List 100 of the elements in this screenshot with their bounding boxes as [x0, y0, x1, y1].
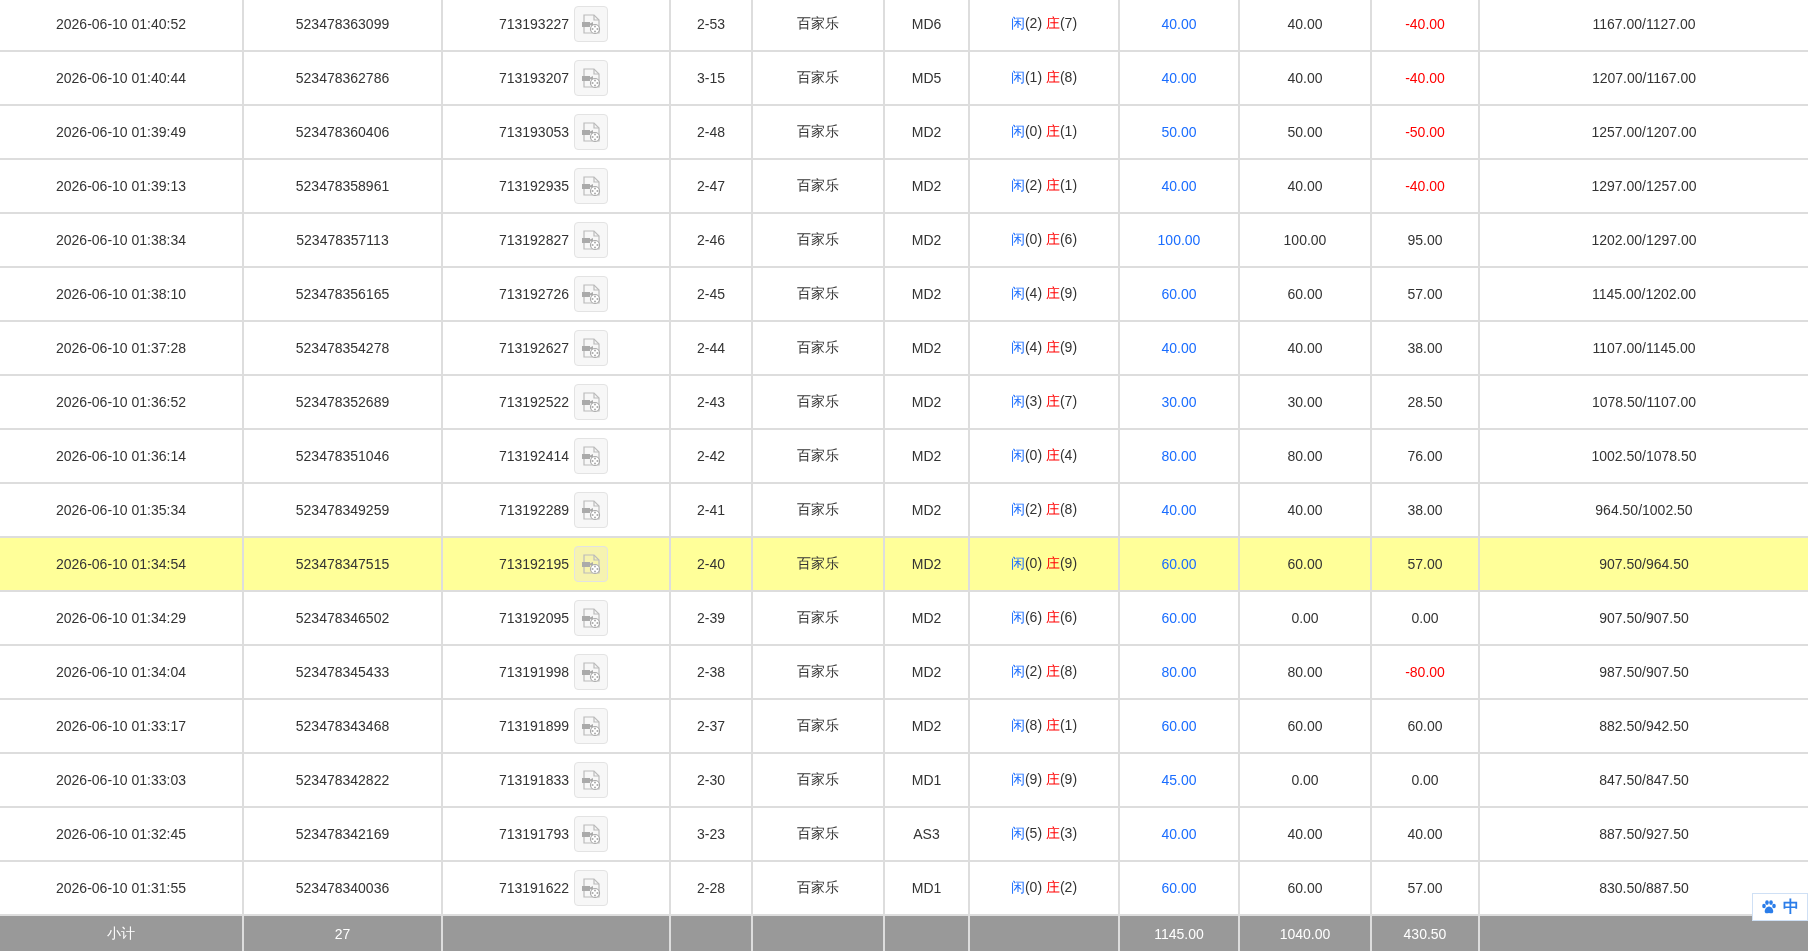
- table-cell: 80.00: [1239, 645, 1371, 699]
- table-cell: 60.00: [1239, 267, 1371, 321]
- table-cell: -40.00: [1371, 0, 1479, 51]
- table-cell: MD2: [884, 213, 969, 267]
- table-cell: 45.00: [1119, 753, 1239, 807]
- ime-badge[interactable]: 中: [1752, 893, 1808, 921]
- table-cell: 百家乐: [752, 753, 884, 807]
- table-cell: 40.00: [1239, 0, 1371, 51]
- table-cell: 闲(3) 庄(7): [969, 375, 1119, 429]
- table-cell: 2-43: [670, 375, 752, 429]
- table-cell: 2-37: [670, 699, 752, 753]
- table-cell: 40.00: [1119, 807, 1239, 861]
- table-row[interactable]: 2026-06-10 01:32:45 523478342169 713191793 3-23 百家乐 AS3 闲(5) 庄(3) 40.00 40.00 40.00 887.50/927.50: [0, 807, 1808, 861]
- table-cell: 2-47: [670, 159, 752, 213]
- table-row[interactable]: 2026-06-10 01:34:29 523478346502 713192095 2-39 百家乐 MD2 闲(6) 庄(6) 60.00 0.00 0.00 907.50/907.50: [0, 591, 1808, 645]
- table-cell: AS3: [884, 807, 969, 861]
- table-cell: 50.00: [1119, 105, 1239, 159]
- table-cell: 闲(8) 庄(1): [969, 699, 1119, 753]
- table-cell: 2026-06-10 01:32:45: [0, 807, 243, 861]
- table-cell: 2-30: [670, 753, 752, 807]
- table-cell: 百家乐: [752, 321, 884, 375]
- table-cell: 95.00: [1371, 213, 1479, 267]
- table-cell: 2-45: [670, 267, 752, 321]
- table-cell: 百家乐: [752, 591, 884, 645]
- table-cell: 2-40: [670, 537, 752, 591]
- footer-cell: 430.50: [1371, 915, 1479, 951]
- table-cell: 76.00: [1371, 429, 1479, 483]
- table-cell: 30.00: [1119, 375, 1239, 429]
- video-camera-icon: [580, 769, 602, 791]
- table-row[interactable]: 2026-06-10 01:38:10 523478356165 713192726 2-45 百家乐 MD2 闲(4) 庄(9) 60.00 60.00 57.00 1145.00/1202.00: [0, 267, 1808, 321]
- table-cell: 40.00: [1119, 51, 1239, 105]
- replay-button[interactable]: [574, 654, 608, 690]
- video-camera-icon: [580, 553, 602, 575]
- replay-button[interactable]: [574, 708, 608, 744]
- table-cell: 60.00: [1239, 537, 1371, 591]
- video-camera-icon: [580, 877, 602, 899]
- table-cell: MD2: [884, 591, 969, 645]
- table-cell: 2026-06-10 01:34:54: [0, 537, 243, 591]
- video-camera-icon: [580, 715, 602, 737]
- table-row[interactable]: 2026-06-10 01:39:49 523478360406 713193053 2-48 百家乐 MD2 闲(0) 庄(1) 50.00 50.00 -50.00 1257.00/1207.00: [0, 105, 1808, 159]
- replay-button[interactable]: [574, 816, 608, 852]
- replay-button[interactable]: [574, 60, 608, 96]
- video-camera-icon: [580, 607, 602, 629]
- table-cell: -40.00: [1371, 159, 1479, 213]
- replay-button[interactable]: [574, 384, 608, 420]
- replay-button[interactable]: [574, 168, 608, 204]
- table-row[interactable]: 2026-06-10 01:36:14 523478351046 713192414 2-42 百家乐 MD2 闲(0) 庄(4) 80.00 80.00 76.00 1002.50/1078.50: [0, 429, 1808, 483]
- table-cell: 80.00: [1239, 429, 1371, 483]
- table-cell: 0.00: [1371, 753, 1479, 807]
- replay-button[interactable]: [574, 222, 608, 258]
- table-cell: 60.00: [1119, 267, 1239, 321]
- replay-button[interactable]: [574, 276, 608, 312]
- table-cell: 2026-06-10 01:38:34: [0, 213, 243, 267]
- replay-button[interactable]: [574, 870, 608, 906]
- table-cell: 523478362786: [243, 51, 442, 105]
- table-row[interactable]: 2026-06-10 01:38:34 523478357113 713192827 2-46 百家乐 MD2 闲(0) 庄(6) 100.00 100.00 95.00 1202.00/1297.00: [0, 213, 1808, 267]
- table-cell: 713191899: [498, 718, 569, 734]
- table-cell: MD2: [884, 429, 969, 483]
- table-cell: 523478342822: [243, 753, 442, 807]
- table-row[interactable]: 2026-06-10 01:33:03 523478342822 713191833 2-30 百家乐 MD1 闲(9) 庄(9) 45.00 0.00 0.00 847.50/847.50: [0, 753, 1808, 807]
- replay-button[interactable]: [574, 600, 608, 636]
- replay-button[interactable]: [574, 492, 608, 528]
- replay-button[interactable]: [574, 6, 608, 42]
- table-cell: 713193207: [498, 70, 569, 86]
- table-row[interactable]: 2026-06-10 01:33:17 523478343468 713191899 2-37 百家乐 MD2 闲(8) 庄(1) 60.00 60.00 60.00 882.50/942.50: [0, 699, 1808, 753]
- table-cell: 60.00: [1119, 699, 1239, 753]
- table-row[interactable]: 2026-06-10 01:39:13 523478358961 713192935 2-47 百家乐 MD2 闲(2) 庄(1) 40.00 40.00 -40.00 1297.00/1257.00: [0, 159, 1808, 213]
- replay-button[interactable]: [574, 546, 608, 582]
- footer-cell: 1040.00: [1239, 915, 1371, 951]
- table-row[interactable]: 2026-06-10 01:37:28 523478354278 713192627 2-44 百家乐 MD2 闲(4) 庄(9) 40.00 40.00 38.00 1107.00/1145.00: [0, 321, 1808, 375]
- table-cell: 百家乐: [752, 159, 884, 213]
- table-cell: 713191833: [498, 772, 569, 788]
- replay-button[interactable]: [574, 762, 608, 798]
- replay-button[interactable]: [574, 438, 608, 474]
- table-cell: MD5: [884, 51, 969, 105]
- table-cell: 2026-06-10 01:33:03: [0, 753, 243, 807]
- video-camera-icon: [580, 823, 602, 845]
- table-cell: MD1: [884, 753, 969, 807]
- table-row[interactable]: 2026-06-10 01:40:44 523478362786 713193207 3-15 百家乐 MD5 闲(1) 庄(8) 40.00 40.00 -40.00 1207.00/1167.00: [0, 51, 1808, 105]
- table-cell: 2026-06-10 01:36:14: [0, 429, 243, 483]
- table-row[interactable]: 2026-06-10 01:34:04 523478345433 713191998 2-38 百家乐 MD2 闲(2) 庄(8) 80.00 80.00 -80.00 987.50/907.50: [0, 645, 1808, 699]
- table-cell: 百家乐: [752, 429, 884, 483]
- table-row[interactable]: 2026-06-10 01:34:54 523478347515 713192195 2-40 百家乐 MD2 闲(0) 庄(9) 60.00 60.00 57.00 907.50/964.50: [0, 537, 1808, 591]
- replay-button[interactable]: [574, 114, 608, 150]
- table-cell: 80.00: [1119, 645, 1239, 699]
- table-cell: 57.00: [1371, 267, 1479, 321]
- table-cell: 闲(9) 庄(9): [969, 753, 1119, 807]
- video-camera-icon: [580, 337, 602, 359]
- table-cell: 523478358961: [243, 159, 442, 213]
- video-camera-icon: [580, 499, 602, 521]
- table-cell: 100.00: [1239, 213, 1371, 267]
- table-row[interactable]: 2026-06-10 01:40:52 523478363099 713193227 2-53 百家乐 MD6 闲(2) 庄(7) 40.00 40.00 -40.00 1167.00/1127.00: [0, 0, 1808, 51]
- table-cell: 闲(5) 庄(3): [969, 807, 1119, 861]
- replay-button[interactable]: [574, 330, 608, 366]
- table-cell: 百家乐: [752, 51, 884, 105]
- table-cell: 713191998: [498, 664, 569, 680]
- table-cell: 闲(2) 庄(7): [969, 0, 1119, 51]
- table-row[interactable]: 2026-06-10 01:36:52 523478352689 713192522 2-43 百家乐 MD2 闲(3) 庄(7) 30.00 30.00 28.50 1078.50/1107.00: [0, 375, 1808, 429]
- video-camera-icon: [580, 13, 602, 35]
- ime-label: 中: [1783, 896, 1799, 918]
